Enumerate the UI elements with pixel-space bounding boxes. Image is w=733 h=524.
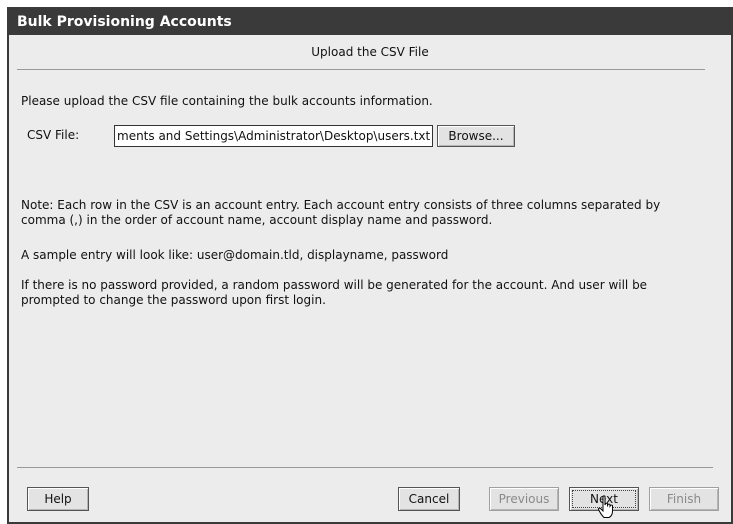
step-divider xyxy=(17,69,705,70)
csv-file-value: ments and Settings\Administrator\Desktop… xyxy=(117,129,431,143)
csv-file-label: CSV File: xyxy=(27,128,80,142)
browse-button[interactable]: Browse... xyxy=(437,125,515,147)
footer-divider xyxy=(17,467,713,468)
step-title: Upload the CSV File xyxy=(311,45,429,59)
note-password: If there is no password provided, a rand… xyxy=(21,278,648,307)
note-sample-entry: A sample entry will look like: user@doma… xyxy=(21,248,449,262)
cancel-button[interactable]: Cancel xyxy=(398,487,460,511)
bulk-provisioning-dialog: Bulk Provisioning Accounts Upload the CS… xyxy=(7,7,733,524)
help-button[interactable]: Help xyxy=(27,487,89,511)
finish-button[interactable]: Finish xyxy=(649,487,719,511)
intro-text: Please upload the CSV file containing th… xyxy=(21,94,433,108)
csv-file-input[interactable]: ments and Settings\Administrator\Desktop… xyxy=(114,125,433,147)
dialog-title: Bulk Provisioning Accounts xyxy=(9,9,731,35)
previous-button[interactable]: Previous xyxy=(489,487,559,511)
note-csv-format: Note: Each row in the CSV is an account … xyxy=(21,198,661,227)
hand-pointer-icon xyxy=(597,495,613,518)
